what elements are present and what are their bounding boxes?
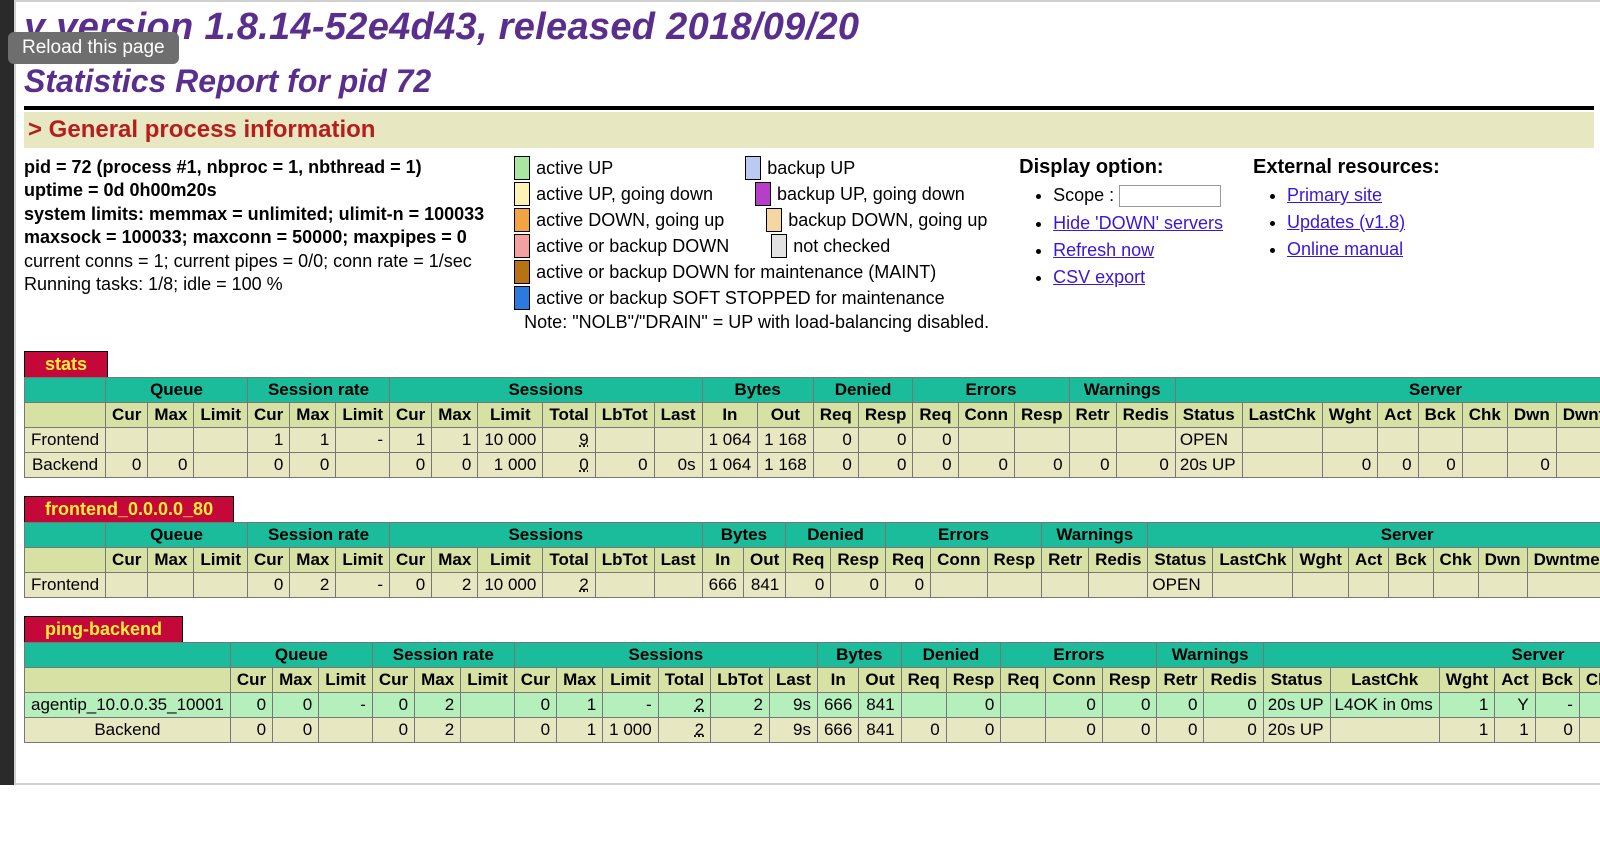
table-row: agentip_10.0.0.35_1000100-0201-229s66684… xyxy=(25,693,1600,718)
primary-site-link[interactable]: Primary site xyxy=(1287,185,1382,205)
table-row: Frontend02-0210 0002666841000OPEN xyxy=(25,573,1600,598)
manual-link[interactable]: Online manual xyxy=(1287,239,1403,259)
proxy-label[interactable]: stats xyxy=(24,351,108,377)
general-info-block: pid = 72 (process #1, nbproc = 1, nbthre… xyxy=(24,156,484,296)
general-info-heading: > General process information xyxy=(24,112,1594,148)
stats-table: QueueSession rateSessionsBytesDeniedErro… xyxy=(24,642,1600,743)
external-resources: External resources: Primary site Updates… xyxy=(1253,156,1440,266)
page-subtitle: Statistics Report for pid 72 xyxy=(24,63,1594,100)
table-row: Backend0000001 000000s1 0641 16800000002… xyxy=(25,453,1600,478)
stats-table: QueueSession rateSessionsBytesDeniedErro… xyxy=(24,522,1600,598)
updates-link[interactable]: Updates (v1.8) xyxy=(1287,212,1405,232)
hide-down-link[interactable]: Hide 'DOWN' servers xyxy=(1053,213,1223,233)
page-title: y version 1.8.14-52e4d43, released 2018/… xyxy=(24,6,1594,49)
csv-link[interactable]: CSV export xyxy=(1053,267,1145,287)
scope-input[interactable] xyxy=(1119,185,1221,207)
display-options: Display option: Scope : Hide 'DOWN' serv… xyxy=(1019,156,1223,294)
reload-tooltip: Reload this page xyxy=(8,32,179,64)
proxy-label[interactable]: ping-backend xyxy=(24,616,183,642)
page: y version 1.8.14-52e4d43, released 2018/… xyxy=(14,0,1600,785)
legend: active UPbackup UPactive UP, going downb… xyxy=(514,156,989,333)
proxy-label[interactable]: frontend_0.0.0.0_80 xyxy=(24,496,234,522)
table-row: Backend0002011 000229s66684100000020s UP… xyxy=(25,718,1600,743)
table-row: Frontend11-1110 00091 0641 168000OPEN xyxy=(25,428,1600,453)
stats-table: QueueSession rateSessionsBytesDeniedErro… xyxy=(24,377,1600,478)
refresh-link[interactable]: Refresh now xyxy=(1053,240,1154,260)
